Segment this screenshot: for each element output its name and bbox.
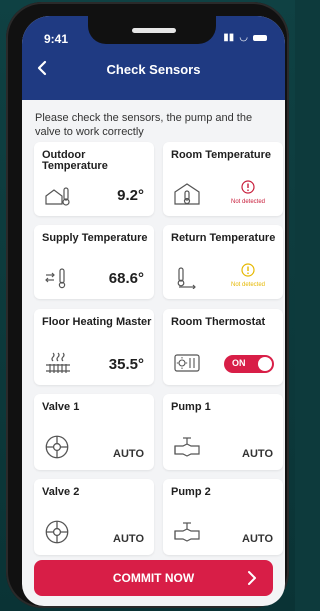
warning-icon (241, 263, 255, 277)
mode-label: AUTO (113, 533, 144, 545)
status-label: Not detected (230, 199, 266, 205)
sensor-title: Outdoor Temperature (42, 149, 108, 172)
device-card-pump-1[interactable]: Pump 1 AUTO (163, 394, 283, 470)
floor-heating-icon (46, 352, 70, 373)
sensor-card-supply-temperature[interactable]: Supply Temperature 68.6° (34, 225, 154, 299)
sensor-value: 35.5° (108, 356, 144, 373)
header: 9:41 ▮▮ ◡ Check Sensors (22, 16, 285, 100)
status-label: Not detected (230, 282, 266, 288)
battery-icon (253, 34, 267, 41)
pump-icon (174, 437, 200, 457)
chevron-right-icon (248, 571, 256, 585)
return-thermometer-icon (177, 267, 196, 289)
sensor-title: Room Thermostat (171, 316, 266, 328)
valve-icon (45, 435, 69, 459)
intro-text: Please check the sensors, the pump and t… (35, 112, 253, 138)
not-detected-status: Not detected (223, 180, 273, 205)
commit-now-label: COMMIT NOW (112, 571, 195, 585)
device-title: Pump 1 (171, 401, 211, 413)
room-thermometer-icon (174, 183, 200, 205)
device-card-valve-2[interactable]: Valve 2 AUTO (34, 479, 154, 555)
sensor-title: Return Temperature (171, 232, 276, 244)
sensor-card-return-temperature[interactable]: Return Temperature Not detected (163, 225, 283, 299)
alert-icon (241, 180, 255, 194)
sensor-title: Room Temperature (171, 149, 272, 161)
device-title: Valve 2 (42, 486, 80, 498)
toggle-knob (258, 357, 272, 371)
device-title: Valve 1 (42, 401, 80, 413)
sensor-card-room-thermostat[interactable]: Room Thermostat ON (163, 309, 283, 385)
status-icons: ▮▮ ◡ (223, 32, 267, 43)
outdoor-thermometer-icon (45, 187, 70, 206)
thermostat-toggle[interactable]: ON (224, 355, 274, 373)
device-card-valve-1[interactable]: Valve 1 AUTO (34, 394, 154, 470)
sensor-card-floor-heating-master[interactable]: Floor Heating Master 35.5° (34, 309, 154, 385)
toggle-label: ON (232, 358, 246, 368)
sensor-card-outdoor-temperature[interactable]: Outdoor Temperature 9.2° (34, 142, 154, 216)
notch (88, 16, 216, 44)
mode-label: AUTO (242, 533, 273, 545)
mode-label: AUTO (113, 448, 144, 460)
speaker (132, 28, 176, 33)
device-title: Pump 2 (171, 486, 211, 498)
sensor-value: 9.2° (117, 187, 144, 204)
sensor-title: Floor Heating Master (42, 316, 152, 328)
not-detected-status: Not detected (223, 263, 273, 288)
thermostat-icon (174, 354, 200, 372)
sensor-title: Supply Temperature (42, 232, 148, 244)
page-title: Check Sensors (106, 62, 201, 77)
signal-icon: ▮▮ (223, 32, 235, 43)
wifi-icon: ◡ (239, 32, 248, 43)
supply-thermometer-icon (45, 268, 66, 289)
device-card-pump-2[interactable]: Pump 2 AUTO (163, 479, 283, 555)
status-time: 9:41 (44, 32, 69, 46)
app-screen: 9:41 ▮▮ ◡ Check Sensors Please check the… (22, 16, 285, 606)
sensor-value: 68.6° (108, 270, 144, 287)
commit-now-button[interactable]: COMMIT NOW (34, 560, 273, 596)
phone-frame: 9:41 ▮▮ ◡ Check Sensors Please check the… (6, 2, 289, 608)
mode-label: AUTO (242, 448, 273, 460)
valve-icon (45, 520, 69, 544)
sensor-card-room-temperature[interactable]: Room Temperature Not detected (163, 142, 283, 216)
pump-icon (174, 522, 200, 542)
